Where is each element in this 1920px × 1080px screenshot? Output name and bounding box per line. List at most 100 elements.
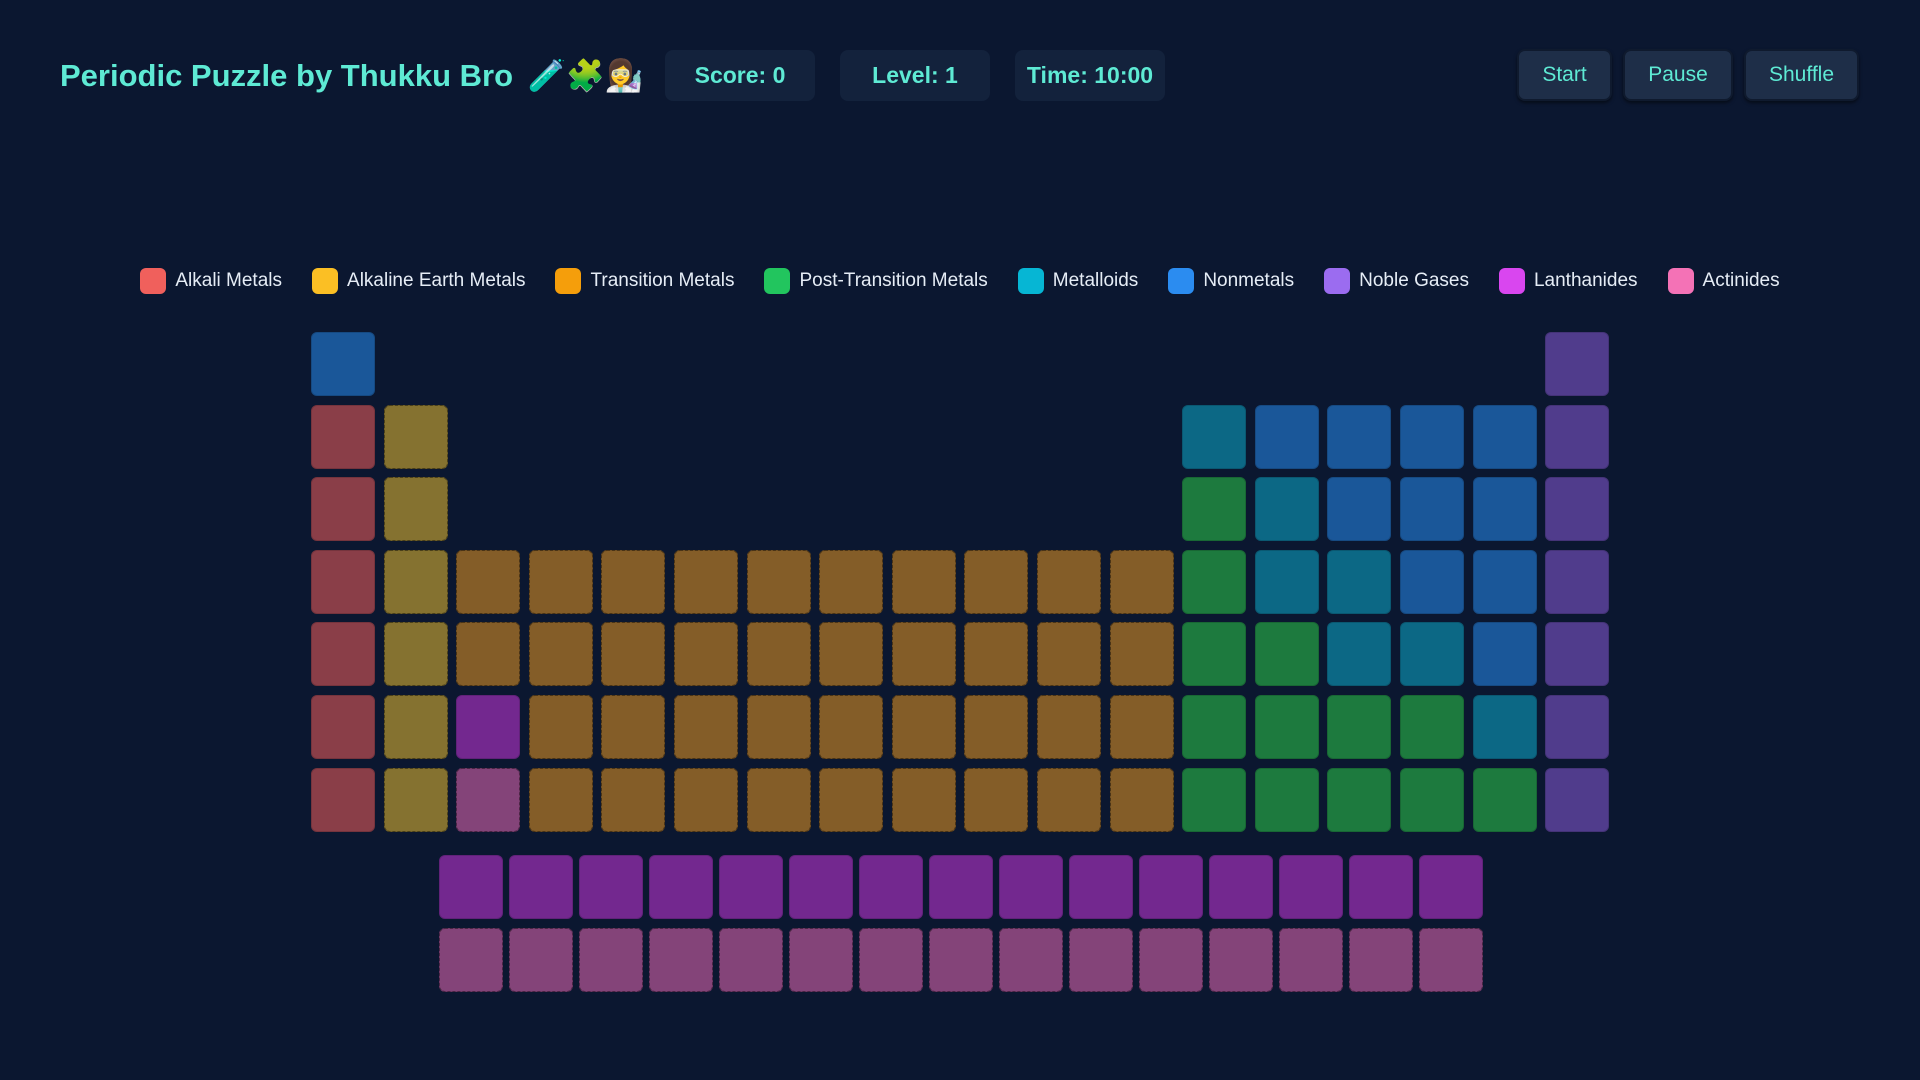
element-slot-noble[interactable] [1545, 695, 1610, 759]
element-slot-metalloid[interactable] [1400, 622, 1464, 687]
element-slot-alkali[interactable] [311, 549, 375, 614]
element-slot-alkaline[interactable] [383, 549, 448, 614]
element-slot-alkaline[interactable] [383, 695, 448, 759]
element-slot-actin[interactable] [999, 927, 1063, 992]
shuffle-button[interactable]: Shuffle [1744, 49, 1859, 101]
element-slot-metalloid[interactable] [1472, 695, 1537, 759]
element-slot-lanth[interactable] [789, 855, 853, 919]
element-slot-actin[interactable] [1349, 927, 1413, 992]
element-slot-lanth[interactable] [456, 695, 521, 759]
element-slot-post[interactable] [1182, 622, 1247, 687]
element-slot-lanth[interactable] [1279, 855, 1343, 919]
element-slot-actin[interactable] [929, 927, 993, 992]
element-slot-transition[interactable] [1037, 695, 1101, 759]
element-slot-metalloid[interactable] [1327, 622, 1392, 687]
element-slot-transition[interactable] [891, 622, 956, 687]
element-slot-transition[interactable] [528, 622, 593, 687]
element-slot-lanth[interactable] [1069, 855, 1133, 919]
element-slot-transition[interactable] [1109, 695, 1174, 759]
element-slot-transition[interactable] [891, 549, 956, 614]
element-slot-metalloid[interactable] [1254, 549, 1319, 614]
element-slot-transition[interactable] [674, 549, 738, 614]
element-slot-transition[interactable] [1109, 767, 1174, 832]
element-slot-actin[interactable] [789, 927, 853, 992]
element-slot-noble[interactable] [1545, 549, 1610, 614]
element-slot-transition[interactable] [1037, 767, 1101, 832]
element-slot-alkali[interactable] [311, 477, 375, 542]
element-slot-actin[interactable] [1209, 927, 1273, 992]
element-slot-transition[interactable] [746, 767, 811, 832]
element-slot-metalloid[interactable] [1327, 549, 1392, 614]
element-slot-alkali[interactable] [311, 767, 375, 832]
element-slot-nonmetal[interactable] [1472, 477, 1537, 542]
element-slot-post[interactable] [1254, 767, 1319, 832]
element-slot-transition[interactable] [819, 695, 884, 759]
element-slot-alkaline[interactable] [383, 622, 448, 687]
element-slot-post[interactable] [1327, 767, 1392, 832]
element-slot-post[interactable] [1472, 767, 1537, 832]
element-slot-transition[interactable] [456, 622, 521, 687]
element-slot-actin[interactable] [649, 927, 713, 992]
element-slot-nonmetal[interactable] [1327, 404, 1392, 469]
element-slot-transition[interactable] [601, 622, 666, 687]
element-slot-transition[interactable] [674, 695, 738, 759]
element-slot-lanth[interactable] [929, 855, 993, 919]
element-slot-transition[interactable] [819, 622, 884, 687]
element-slot-actin[interactable] [456, 767, 521, 832]
element-slot-transition[interactable] [819, 767, 884, 832]
element-slot-actin[interactable] [579, 927, 643, 992]
element-slot-lanth[interactable] [439, 855, 503, 919]
element-slot-nonmetal[interactable] [1400, 477, 1464, 542]
element-slot-post[interactable] [1182, 477, 1247, 542]
element-slot-transition[interactable] [1037, 549, 1101, 614]
element-slot-post[interactable] [1400, 695, 1464, 759]
element-slot-noble[interactable] [1545, 332, 1610, 396]
element-slot-actin[interactable] [1419, 927, 1483, 992]
element-slot-metalloid[interactable] [1182, 404, 1247, 469]
element-slot-post[interactable] [1327, 695, 1392, 759]
element-slot-transition[interactable] [746, 695, 811, 759]
element-slot-transition[interactable] [528, 549, 593, 614]
element-slot-transition[interactable] [601, 767, 666, 832]
element-slot-transition[interactable] [1109, 622, 1174, 687]
element-slot-nonmetal[interactable] [311, 332, 375, 396]
element-slot-alkaline[interactable] [383, 767, 448, 832]
element-slot-transition[interactable] [891, 767, 956, 832]
element-slot-post[interactable] [1400, 767, 1464, 832]
element-slot-alkali[interactable] [311, 695, 375, 759]
element-slot-nonmetal[interactable] [1472, 622, 1537, 687]
element-slot-noble[interactable] [1545, 404, 1610, 469]
element-slot-transition[interactable] [819, 549, 884, 614]
element-slot-lanth[interactable] [1139, 855, 1203, 919]
element-slot-actin[interactable] [439, 927, 503, 992]
element-slot-transition[interactable] [1109, 549, 1174, 614]
element-slot-transition[interactable] [601, 549, 666, 614]
element-slot-alkali[interactable] [311, 622, 375, 687]
element-slot-alkaline[interactable] [383, 477, 448, 542]
element-slot-nonmetal[interactable] [1254, 404, 1319, 469]
element-slot-post[interactable] [1254, 622, 1319, 687]
element-slot-post[interactable] [1182, 549, 1247, 614]
element-slot-noble[interactable] [1545, 477, 1610, 542]
element-slot-lanth[interactable] [999, 855, 1063, 919]
pause-button[interactable]: Pause [1623, 49, 1733, 101]
element-slot-transition[interactable] [456, 549, 521, 614]
element-slot-post[interactable] [1254, 695, 1319, 759]
element-slot-lanth[interactable] [1349, 855, 1413, 919]
element-slot-transition[interactable] [674, 767, 738, 832]
element-slot-transition[interactable] [964, 767, 1029, 832]
element-slot-lanth[interactable] [1419, 855, 1483, 919]
element-slot-lanth[interactable] [579, 855, 643, 919]
element-slot-post[interactable] [1182, 767, 1247, 832]
element-slot-actin[interactable] [1069, 927, 1133, 992]
element-slot-alkaline[interactable] [383, 404, 448, 469]
element-slot-transition[interactable] [528, 695, 593, 759]
element-slot-lanth[interactable] [859, 855, 923, 919]
element-slot-lanth[interactable] [1209, 855, 1273, 919]
element-slot-post[interactable] [1182, 695, 1247, 759]
element-slot-nonmetal[interactable] [1327, 477, 1392, 542]
element-slot-transition[interactable] [674, 622, 738, 687]
element-slot-nonmetal[interactable] [1472, 404, 1537, 469]
element-slot-nonmetal[interactable] [1400, 404, 1464, 469]
element-slot-transition[interactable] [601, 695, 666, 759]
